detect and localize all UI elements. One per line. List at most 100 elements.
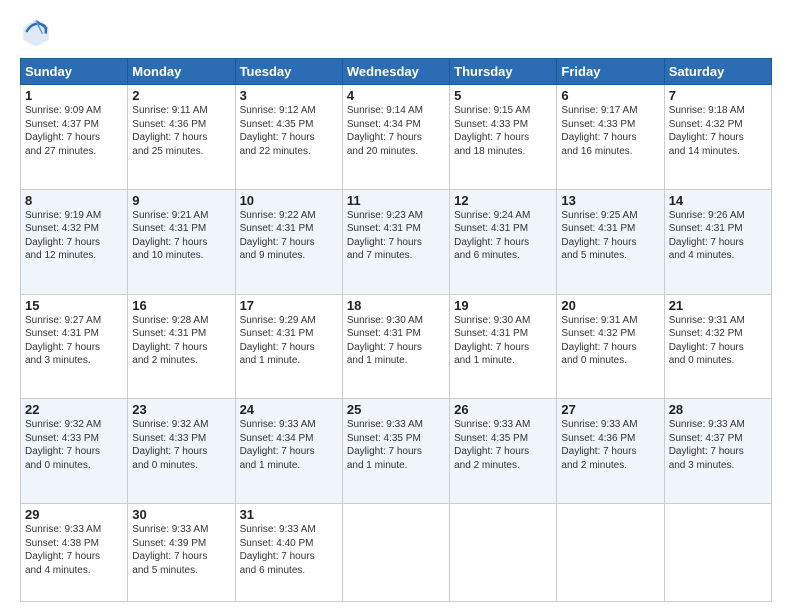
calendar-cell: 14Sunrise: 9:26 AM Sunset: 4:31 PM Dayli… <box>664 189 771 294</box>
calendar-cell: 4Sunrise: 9:14 AM Sunset: 4:34 PM Daylig… <box>342 85 449 190</box>
day-number: 29 <box>25 507 123 522</box>
cell-info: Sunrise: 9:33 AM Sunset: 4:34 PM Dayligh… <box>240 418 338 472</box>
calendar-cell: 28Sunrise: 9:33 AM Sunset: 4:37 PM Dayli… <box>664 399 771 504</box>
day-number: 4 <box>347 88 445 103</box>
cell-info: Sunrise: 9:31 AM Sunset: 4:32 PM Dayligh… <box>561 314 659 368</box>
day-number: 12 <box>454 193 552 208</box>
day-number: 26 <box>454 402 552 417</box>
cell-info: Sunrise: 9:30 AM Sunset: 4:31 PM Dayligh… <box>454 314 552 368</box>
calendar-cell: 13Sunrise: 9:25 AM Sunset: 4:31 PM Dayli… <box>557 189 664 294</box>
day-number: 5 <box>454 88 552 103</box>
week-row-5: 29Sunrise: 9:33 AM Sunset: 4:38 PM Dayli… <box>21 504 772 602</box>
calendar-cell: 25Sunrise: 9:33 AM Sunset: 4:35 PM Dayli… <box>342 399 449 504</box>
week-row-3: 15Sunrise: 9:27 AM Sunset: 4:31 PM Dayli… <box>21 294 772 399</box>
cell-info: Sunrise: 9:33 AM Sunset: 4:36 PM Dayligh… <box>561 418 659 472</box>
calendar-cell: 22Sunrise: 9:32 AM Sunset: 4:33 PM Dayli… <box>21 399 128 504</box>
day-number: 31 <box>240 507 338 522</box>
calendar-cell: 3Sunrise: 9:12 AM Sunset: 4:35 PM Daylig… <box>235 85 342 190</box>
day-number: 28 <box>669 402 767 417</box>
week-row-2: 8Sunrise: 9:19 AM Sunset: 4:32 PM Daylig… <box>21 189 772 294</box>
day-number: 20 <box>561 298 659 313</box>
cell-info: Sunrise: 9:33 AM Sunset: 4:40 PM Dayligh… <box>240 523 338 577</box>
day-of-week-saturday: Saturday <box>664 59 771 85</box>
day-number: 30 <box>132 507 230 522</box>
day-of-week-monday: Monday <box>128 59 235 85</box>
week-row-1: 1Sunrise: 9:09 AM Sunset: 4:37 PM Daylig… <box>21 85 772 190</box>
day-number: 24 <box>240 402 338 417</box>
day-number: 19 <box>454 298 552 313</box>
day-number: 9 <box>132 193 230 208</box>
day-number: 14 <box>669 193 767 208</box>
cell-info: Sunrise: 9:15 AM Sunset: 4:33 PM Dayligh… <box>454 104 552 158</box>
calendar-cell: 29Sunrise: 9:33 AM Sunset: 4:38 PM Dayli… <box>21 504 128 602</box>
calendar-cell: 5Sunrise: 9:15 AM Sunset: 4:33 PM Daylig… <box>450 85 557 190</box>
calendar-cell: 6Sunrise: 9:17 AM Sunset: 4:33 PM Daylig… <box>557 85 664 190</box>
calendar-cell: 26Sunrise: 9:33 AM Sunset: 4:35 PM Dayli… <box>450 399 557 504</box>
calendar-body: 1Sunrise: 9:09 AM Sunset: 4:37 PM Daylig… <box>21 85 772 602</box>
calendar-cell: 23Sunrise: 9:32 AM Sunset: 4:33 PM Dayli… <box>128 399 235 504</box>
day-number: 17 <box>240 298 338 313</box>
cell-info: Sunrise: 9:14 AM Sunset: 4:34 PM Dayligh… <box>347 104 445 158</box>
cell-info: Sunrise: 9:09 AM Sunset: 4:37 PM Dayligh… <box>25 104 123 158</box>
day-number: 8 <box>25 193 123 208</box>
day-of-week-thursday: Thursday <box>450 59 557 85</box>
week-row-4: 22Sunrise: 9:32 AM Sunset: 4:33 PM Dayli… <box>21 399 772 504</box>
calendar-cell: 11Sunrise: 9:23 AM Sunset: 4:31 PM Dayli… <box>342 189 449 294</box>
calendar-cell: 16Sunrise: 9:28 AM Sunset: 4:31 PM Dayli… <box>128 294 235 399</box>
cell-info: Sunrise: 9:17 AM Sunset: 4:33 PM Dayligh… <box>561 104 659 158</box>
header <box>20 16 772 48</box>
cell-info: Sunrise: 9:32 AM Sunset: 4:33 PM Dayligh… <box>25 418 123 472</box>
cell-info: Sunrise: 9:33 AM Sunset: 4:39 PM Dayligh… <box>132 523 230 577</box>
calendar-cell: 17Sunrise: 9:29 AM Sunset: 4:31 PM Dayli… <box>235 294 342 399</box>
day-number: 6 <box>561 88 659 103</box>
cell-info: Sunrise: 9:19 AM Sunset: 4:32 PM Dayligh… <box>25 209 123 263</box>
calendar-cell <box>557 504 664 602</box>
day-number: 21 <box>669 298 767 313</box>
cell-info: Sunrise: 9:29 AM Sunset: 4:31 PM Dayligh… <box>240 314 338 368</box>
cell-info: Sunrise: 9:18 AM Sunset: 4:32 PM Dayligh… <box>669 104 767 158</box>
day-number: 22 <box>25 402 123 417</box>
cell-info: Sunrise: 9:21 AM Sunset: 4:31 PM Dayligh… <box>132 209 230 263</box>
cell-info: Sunrise: 9:33 AM Sunset: 4:35 PM Dayligh… <box>454 418 552 472</box>
day-number: 23 <box>132 402 230 417</box>
general-blue-logo-icon <box>20 16 52 48</box>
cell-info: Sunrise: 9:26 AM Sunset: 4:31 PM Dayligh… <box>669 209 767 263</box>
page: SundayMondayTuesdayWednesdayThursdayFrid… <box>0 0 792 612</box>
cell-info: Sunrise: 9:24 AM Sunset: 4:31 PM Dayligh… <box>454 209 552 263</box>
cell-info: Sunrise: 9:30 AM Sunset: 4:31 PM Dayligh… <box>347 314 445 368</box>
cell-info: Sunrise: 9:12 AM Sunset: 4:35 PM Dayligh… <box>240 104 338 158</box>
cell-info: Sunrise: 9:33 AM Sunset: 4:35 PM Dayligh… <box>347 418 445 472</box>
calendar-cell: 30Sunrise: 9:33 AM Sunset: 4:39 PM Dayli… <box>128 504 235 602</box>
logo <box>20 16 56 48</box>
day-number: 1 <box>25 88 123 103</box>
calendar-cell: 15Sunrise: 9:27 AM Sunset: 4:31 PM Dayli… <box>21 294 128 399</box>
calendar-cell: 10Sunrise: 9:22 AM Sunset: 4:31 PM Dayli… <box>235 189 342 294</box>
calendar-cell: 20Sunrise: 9:31 AM Sunset: 4:32 PM Dayli… <box>557 294 664 399</box>
calendar-cell: 31Sunrise: 9:33 AM Sunset: 4:40 PM Dayli… <box>235 504 342 602</box>
day-number: 2 <box>132 88 230 103</box>
calendar-cell <box>664 504 771 602</box>
calendar-cell: 2Sunrise: 9:11 AM Sunset: 4:36 PM Daylig… <box>128 85 235 190</box>
calendar-cell: 12Sunrise: 9:24 AM Sunset: 4:31 PM Dayli… <box>450 189 557 294</box>
calendar-cell: 24Sunrise: 9:33 AM Sunset: 4:34 PM Dayli… <box>235 399 342 504</box>
cell-info: Sunrise: 9:11 AM Sunset: 4:36 PM Dayligh… <box>132 104 230 158</box>
day-number: 27 <box>561 402 659 417</box>
day-of-week-friday: Friday <box>557 59 664 85</box>
calendar-cell: 8Sunrise: 9:19 AM Sunset: 4:32 PM Daylig… <box>21 189 128 294</box>
calendar-cell: 18Sunrise: 9:30 AM Sunset: 4:31 PM Dayli… <box>342 294 449 399</box>
calendar-cell <box>342 504 449 602</box>
calendar-cell: 27Sunrise: 9:33 AM Sunset: 4:36 PM Dayli… <box>557 399 664 504</box>
calendar-cell <box>450 504 557 602</box>
day-number: 16 <box>132 298 230 313</box>
day-number: 10 <box>240 193 338 208</box>
cell-info: Sunrise: 9:22 AM Sunset: 4:31 PM Dayligh… <box>240 209 338 263</box>
calendar-cell: 21Sunrise: 9:31 AM Sunset: 4:32 PM Dayli… <box>664 294 771 399</box>
cell-info: Sunrise: 9:25 AM Sunset: 4:31 PM Dayligh… <box>561 209 659 263</box>
cell-info: Sunrise: 9:31 AM Sunset: 4:32 PM Dayligh… <box>669 314 767 368</box>
calendar-table: SundayMondayTuesdayWednesdayThursdayFrid… <box>20 58 772 602</box>
calendar-cell: 7Sunrise: 9:18 AM Sunset: 4:32 PM Daylig… <box>664 85 771 190</box>
cell-info: Sunrise: 9:23 AM Sunset: 4:31 PM Dayligh… <box>347 209 445 263</box>
cell-info: Sunrise: 9:32 AM Sunset: 4:33 PM Dayligh… <box>132 418 230 472</box>
calendar-cell: 19Sunrise: 9:30 AM Sunset: 4:31 PM Dayli… <box>450 294 557 399</box>
cell-info: Sunrise: 9:33 AM Sunset: 4:37 PM Dayligh… <box>669 418 767 472</box>
